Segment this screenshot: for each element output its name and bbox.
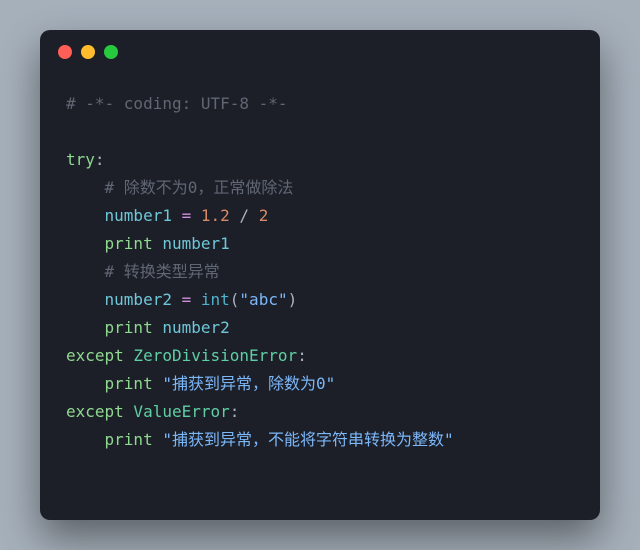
colon: : [95,150,105,169]
div-op: / [230,206,259,225]
string-zerodiv-msg: "捕获到异常，除数为0" [153,374,336,393]
paren-open: ( [230,290,240,309]
comment-divisor: # 除数不为0，正常做除法 [105,178,294,197]
exception-valueerror: ValueError [124,402,230,421]
minimize-icon[interactable] [81,45,95,59]
var-number1: number1 [105,206,172,225]
print-arg-number2: number2 [153,318,230,337]
string-valueerror-msg: "捕获到异常，不能将字符串转换为整数" [153,430,454,449]
colon: : [297,346,307,365]
code-block: # -*- coding: UTF-8 -*- try: # 除数不为0，正常做… [40,74,600,474]
keyword-print: print [105,430,153,449]
keyword-print: print [105,234,153,253]
paren-close: ) [288,290,298,309]
comment-encoding: # -*- coding: UTF-8 -*- [66,94,288,113]
exception-zerodiv: ZeroDivisionError [124,346,297,365]
close-icon[interactable] [58,45,72,59]
keyword-except: except [66,402,124,421]
colon: : [230,402,240,421]
comment-type: # 转换类型异常 [105,262,220,281]
literal-1-2: 1.2 [201,206,230,225]
fn-int: int [201,290,230,309]
assign-op: = [172,290,201,309]
keyword-print: print [105,318,153,337]
assign-op: = [172,206,201,225]
var-number2: number2 [105,290,172,309]
keyword-except: except [66,346,124,365]
keyword-print: print [105,374,153,393]
string-abc: "abc" [239,290,287,309]
keyword-try: try [66,150,95,169]
literal-2: 2 [259,206,269,225]
window-titlebar [40,30,600,74]
maximize-icon[interactable] [104,45,118,59]
print-arg-number1: number1 [153,234,230,253]
code-window: # -*- coding: UTF-8 -*- try: # 除数不为0，正常做… [40,30,600,520]
